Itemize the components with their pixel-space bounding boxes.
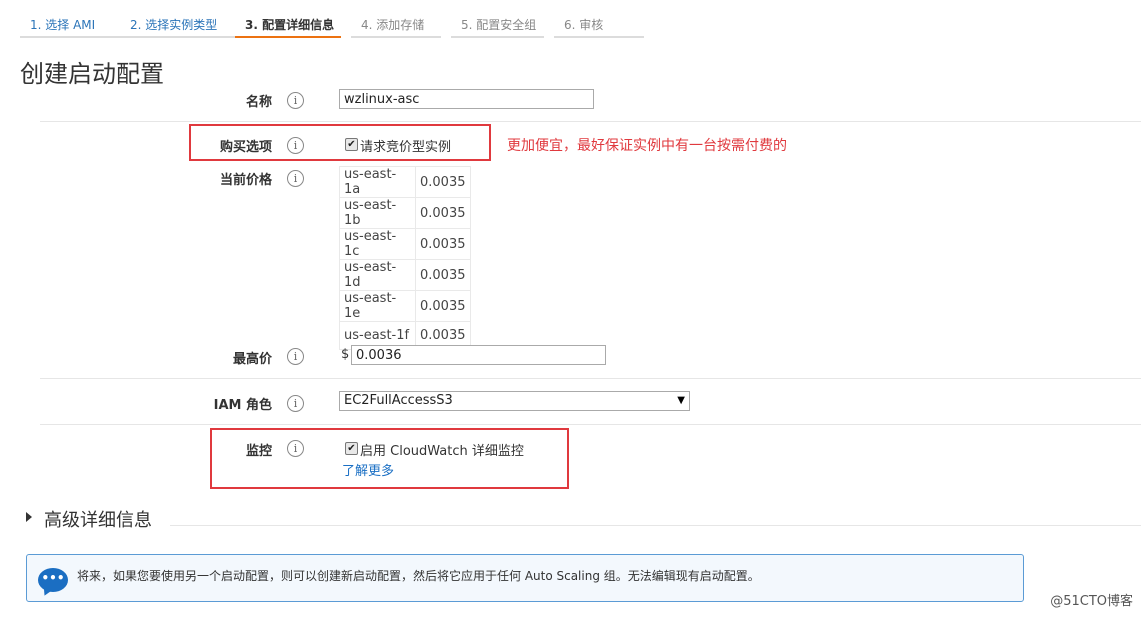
table-row: us-east-1d 0.0035 [339, 260, 471, 291]
divider [40, 121, 1141, 122]
table-row: us-east-1b 0.0035 [339, 198, 471, 229]
dropdown-arrow-icon: ▼ [677, 395, 685, 406]
tab-add-storage[interactable]: 4. 添加存储 [351, 10, 441, 38]
price-cell: 0.0035 [416, 291, 471, 322]
max-price-label: 最高价 [232, 352, 272, 367]
iam-role-selected-value: EC2FullAccessS3 [344, 393, 453, 408]
info-icon[interactable]: i [287, 92, 304, 109]
zone-cell: us-east-1e [339, 291, 416, 322]
name-input[interactable] [339, 89, 594, 109]
current-price-label: 当前价格 [219, 173, 272, 188]
divider [170, 525, 1141, 526]
advanced-details-title[interactable]: 高级详细信息 [44, 506, 152, 532]
price-cell: 0.0035 [416, 198, 471, 229]
name-label: 名称 [245, 95, 272, 110]
zone-cell: us-east-1b [339, 198, 416, 229]
price-cell: 0.0035 [416, 166, 471, 198]
table-row: us-east-1e 0.0035 [339, 291, 471, 322]
divider [40, 378, 1141, 379]
info-icon[interactable]: i [287, 170, 304, 187]
iam-role-label: IAM 角色 [213, 398, 272, 413]
tab-configure-security-group[interactable]: 5. 配置安全组 [451, 10, 544, 38]
highlight-box [189, 124, 491, 161]
iam-role-select[interactable]: EC2FullAccessS3 ▼ [339, 391, 690, 411]
caret-right-icon [26, 512, 32, 522]
zone-cell: us-east-1a [339, 166, 416, 198]
info-icon[interactable]: i [287, 395, 304, 412]
info-message-box: ••• 将来，如果您要使用另一个启动配置，则可以创建新启动配置，然后将它应用于任… [26, 554, 1024, 602]
page-title: 创建启动配置 [20, 60, 164, 88]
price-cell: 0.0035 [416, 260, 471, 291]
table-row: us-east-1a 0.0035 [339, 166, 471, 198]
info-message-text: 将来，如果您要使用另一个启动配置，则可以创建新启动配置，然后将它应用于任何 Au… [77, 569, 760, 583]
tab-select-instance-type[interactable]: 2. 选择实例类型 [120, 10, 235, 38]
currency-symbol: $ [341, 347, 350, 362]
tab-select-ami[interactable]: 1. 选择 AMI [20, 10, 120, 38]
watermark: @51CTO博客 [1050, 594, 1133, 609]
max-price-input[interactable] [351, 345, 606, 365]
zone-cell: us-east-1d [339, 260, 416, 291]
tab-configure-details[interactable]: 3. 配置详细信息 [235, 10, 341, 38]
chat-bubble-icon: ••• [38, 568, 68, 592]
current-price-table: us-east-1a 0.0035 us-east-1b 0.0035 us-e… [339, 166, 471, 350]
zone-cell: us-east-1c [339, 229, 416, 260]
table-row: us-east-1c 0.0035 [339, 229, 471, 260]
tab-review[interactable]: 6. 审核 [554, 10, 644, 38]
info-icon[interactable]: i [287, 348, 304, 365]
annotation-text: 更加便宜，最好保证实例中有一台按需付费的 [507, 138, 787, 154]
highlight-box [210, 428, 569, 489]
price-cell: 0.0035 [416, 229, 471, 260]
divider [40, 424, 1141, 425]
